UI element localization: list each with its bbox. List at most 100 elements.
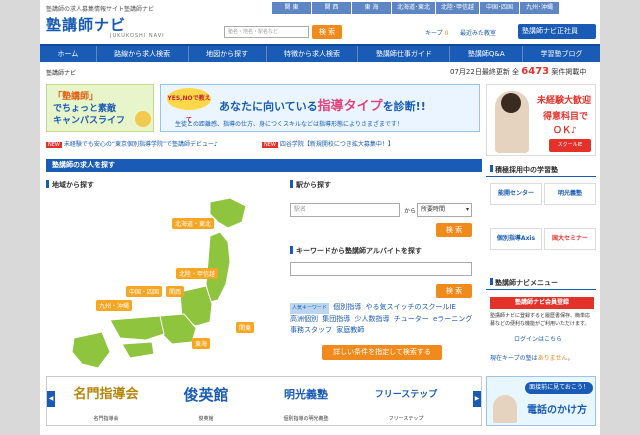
keyword-link[interactable]: 集団指導 — [322, 315, 350, 323]
nav-feature[interactable]: 特徴から求人検索 — [267, 46, 359, 62]
search-button[interactable]: 検 索 — [312, 25, 342, 39]
phone-guide-tag: 面接前に見ておこう！ — [525, 382, 593, 394]
logo-meiko[interactable]: 明光義塾 — [261, 381, 351, 409]
schoolie-line2: 得意科目で — [543, 112, 589, 122]
station-search-button[interactable]: 検 索 — [436, 223, 472, 237]
caption-meiko: 個別指導の明光義塾 — [283, 416, 329, 422]
from-label: から — [404, 208, 417, 215]
menu-description: 塾講師ナビに登録すると履歴書保存、簡単応募などの便利な機能がご利用いただけます。 — [490, 313, 591, 327]
region-hokkaido-tohoku[interactable]: 北海道・東北 — [172, 218, 215, 229]
job-count: 6473 — [521, 66, 550, 77]
keyword-title: キーワードから塾講師アルバイトを探す — [290, 246, 422, 256]
school-axis[interactable]: 個別指導Axis — [490, 228, 542, 250]
region-kanto[interactable]: 関東 — [236, 322, 255, 333]
update-prefix: 07月22日最終更新 全 — [450, 68, 520, 76]
site-logo[interactable]: 塾講師ナビ — [46, 14, 126, 35]
recent-link[interactable]: 最近みた教室 — [460, 28, 496, 37]
school-meiko[interactable]: 明光義塾 — [544, 183, 596, 205]
keyword-link[interactable]: 事務スタッフ — [290, 326, 332, 334]
keyword-search-button[interactable]: 検 索 — [436, 284, 472, 298]
keep-link[interactable]: キープ 0 — [425, 28, 448, 37]
detail-search-button[interactable]: 詳しい条件を指定して検索する — [322, 345, 442, 360]
keep-note-prefix: 現在キープの塾は — [490, 355, 538, 362]
new-tag: NEW — [262, 142, 278, 148]
site-logo-sub: JUKUKOSHI NAVI — [110, 33, 165, 39]
caption-shuneikan: 俊英館 — [198, 416, 214, 422]
nav-qa[interactable]: 塾講師Q&A — [450, 46, 524, 62]
keyword-link[interactable]: 高洲個別 — [290, 315, 318, 323]
popular-label: 人気キーワード — [290, 303, 330, 314]
nav-guide[interactable]: 塾講師仕事ガイド — [358, 46, 451, 62]
update-suffix: 案件掲載中 — [551, 68, 587, 76]
diagnosis-tail: を診断!! — [382, 100, 426, 113]
region-tabs: 関 東 関 西 東 海 北海道･東北 北陸･甲信越 中国･四国 九州･沖縄 — [272, 2, 560, 14]
diagnosis-sub: 生徒との距離感、指導の仕方、身につくスキルなどは指導形態によりさまざまです！ — [175, 121, 403, 128]
phone-guide-title: 電話のかけ方 — [527, 405, 587, 416]
carousel-next[interactable]: ▶ — [473, 391, 481, 407]
logo-shuneikan[interactable]: 俊英館 — [161, 381, 251, 409]
campus-banner[interactable]: 「塾講師」 でちょっと素敵 キャンパスライフ — [46, 84, 154, 132]
region-chugoku[interactable]: 中国・四国 — [126, 286, 163, 297]
page: 塾講師の求人募集情報サイト塾講師ナビ 塾講師ナビ JUKUKOSHI NAVI … — [40, 0, 600, 435]
keep-label: キープ — [425, 30, 443, 37]
school-nokai[interactable]: 能開センター — [490, 183, 542, 205]
keep-count: 0 — [444, 30, 449, 37]
login-link[interactable]: ログインはこちら — [514, 334, 562, 343]
carousel-prev[interactable]: ◀ — [47, 391, 55, 407]
campus-banner-line3: キャンパスライフ — [53, 116, 126, 126]
diagnosis-title: あなたに向いている指導タイプを診断!! — [219, 95, 426, 114]
region-tab-hokkaido[interactable]: 北海道･東北 — [392, 2, 436, 14]
region-tab-kanto[interactable]: 関 東 — [272, 2, 312, 14]
tagline: 塾講師の求人募集情報サイト塾講師ナビ — [46, 6, 155, 13]
japan-map: 北海道・東北 北陸・甲信越 中国・四国 関西 九州・沖縄 東海 関東 — [60, 192, 270, 370]
region-tokai[interactable]: 東海 — [192, 338, 211, 349]
schoolie-line3: ＯＫ♪ — [553, 126, 577, 136]
logo-meimon[interactable]: 名門指導会 — [61, 381, 151, 409]
nav-blog[interactable]: 学習塾ブログ — [523, 46, 600, 62]
japan-map-icon — [71, 197, 247, 369]
fulltime-button[interactable]: 塾講師ナビ正社員 — [518, 24, 596, 39]
region-hokuriku[interactable]: 北陸・甲信越 — [176, 268, 219, 279]
region-kyushu[interactable]: 九州・沖縄 — [96, 300, 133, 311]
keep-note: 現在キープの塾はありません。 — [490, 353, 573, 362]
news-item-2[interactable]: NEW 四谷学院【新規開校につき拡大募集中！】 — [262, 139, 394, 148]
time-select[interactable]: 所要時間 — [417, 203, 472, 217]
region-tab-hokuriku[interactable]: 北陸･甲信越 — [436, 2, 480, 14]
diagnosis-highlight: 指導タイプ — [317, 99, 383, 114]
keyword-link[interactable]: eラーニング — [433, 315, 472, 323]
region-tab-kyushu[interactable]: 九州･沖縄 — [520, 2, 560, 14]
schoolie-line1: 未経験大歓迎 — [537, 96, 592, 106]
area-title: 地域から探す — [46, 180, 94, 190]
region-kansai[interactable]: 関西 — [166, 286, 185, 297]
keyword-link[interactable]: 個別指導 — [333, 303, 361, 311]
diagnosis-banner[interactable]: YES,NOで教えて あなたに向いている指導タイプを診断!! 生徒との距離感、指… — [160, 84, 480, 132]
person-head — [501, 93, 521, 113]
diagnosis-bubble: YES,NOで教えて — [167, 88, 211, 124]
breadcrumb[interactable]: 塾講師ナビ — [46, 68, 76, 77]
logo-freestep[interactable]: フリーステップ — [361, 381, 451, 409]
keyword-link[interactable]: 家庭教師 — [336, 326, 364, 334]
search-input[interactable]: 塾名・地名・駅名など — [224, 26, 309, 38]
keyword-link[interactable]: 少人数指導 — [354, 315, 389, 323]
job-section-title: 塾講師の求人を探す — [46, 159, 482, 172]
member-register-button[interactable]: 塾講師ナビ会員登録 — [490, 297, 594, 309]
news-item-1[interactable]: NEW 未経験でも安心の“東京個別指導学院”で塾講師デビュー♪ — [46, 139, 218, 148]
school-kokudai[interactable]: 国大セミナー — [544, 228, 596, 250]
caption-freestep: フリーステップ — [388, 416, 424, 422]
region-tab-chugoku[interactable]: 中国･四国 — [480, 2, 520, 14]
keyword-link[interactable]: チューター — [394, 315, 429, 323]
region-tab-tokai[interactable]: 東 海 — [352, 2, 392, 14]
keyword-input[interactable] — [290, 262, 472, 276]
station-title: 駅から探す — [290, 180, 331, 190]
person-photo — [493, 395, 517, 423]
phone-guide-banner[interactable]: 面接前に見ておこう！ 電話のかけ方 — [486, 376, 596, 426]
station-input[interactable]: 駅名 — [290, 203, 400, 217]
schoolie-banner[interactable]: 未経験大歓迎 得意科目で ＯＫ♪ スクールIE — [486, 84, 596, 156]
nav-home[interactable]: ホーム — [40, 46, 97, 62]
nav-route[interactable]: 路線から求人検索 — [97, 46, 189, 62]
header: 塾講師の求人募集情報サイト塾講師ナビ 塾講師ナビ JUKUKOSHI NAVI … — [40, 0, 600, 44]
region-tab-kansai[interactable]: 関 西 — [312, 2, 352, 14]
keyword-link[interactable]: やる気スイッチのスクールIE — [365, 303, 456, 311]
nav-map[interactable]: 地図から探す — [189, 46, 267, 62]
main-nav: ホーム 路線から求人検索 地図から探す 特徴から求人検索 塾講師仕事ガイド 塾講… — [40, 44, 600, 62]
